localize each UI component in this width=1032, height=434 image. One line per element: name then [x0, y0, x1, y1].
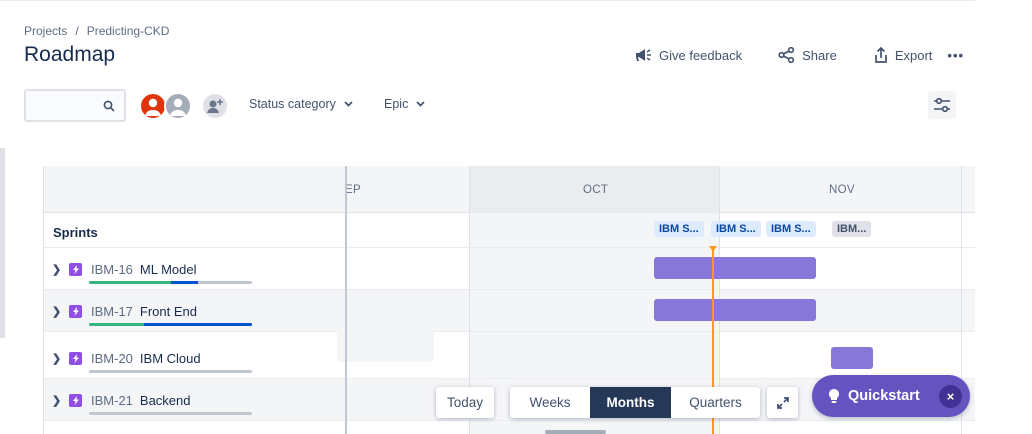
- sliders-icon: [934, 97, 950, 113]
- sprint-marker[interactable]: IBM S...: [711, 221, 761, 237]
- chevron-right-icon[interactable]: ❯: [52, 352, 62, 365]
- avatar[interactable]: [164, 92, 192, 120]
- epic-item[interactable]: ❯ IBM-16 ML Model: [52, 257, 197, 281]
- epic-filter[interactable]: Epic: [384, 97, 425, 111]
- more-actions-button[interactable]: •••: [947, 48, 964, 63]
- expand-icon: [776, 396, 789, 409]
- search-icon: [103, 100, 115, 112]
- add-people-button[interactable]: [201, 92, 229, 120]
- today-button[interactable]: Today: [436, 387, 494, 418]
- epic-timeline-bar[interactable]: [654, 299, 816, 321]
- sidebar-edge: [0, 148, 5, 338]
- epic-filter-label: Epic: [384, 97, 409, 111]
- list-divider[interactable]: [345, 166, 347, 434]
- chevron-right-icon[interactable]: ❯: [52, 394, 62, 407]
- month-label-sep: EP: [345, 184, 361, 196]
- quarters-button[interactable]: Quarters: [671, 387, 760, 418]
- chevron-down-icon: [416, 101, 425, 107]
- status-category-label: Status category: [249, 97, 336, 111]
- epic-item[interactable]: ❯ IBM-17 Front End: [52, 299, 197, 323]
- epic-name[interactable]: Front End: [140, 304, 197, 319]
- progress-bar: [89, 412, 252, 415]
- chevron-down-icon: [344, 101, 353, 107]
- epic-icon: [69, 304, 82, 318]
- breadcrumb: Projects / Predicting-CKD: [24, 24, 169, 38]
- epic-key[interactable]: IBM-21: [91, 393, 133, 408]
- top-divider: [0, 0, 975, 3]
- horizontal-scrollbar[interactable]: [545, 430, 606, 434]
- megaphone-icon: [636, 49, 651, 61]
- user-icon: [145, 98, 161, 116]
- give-feedback-button[interactable]: Give feedback: [634, 47, 742, 63]
- progress-bar: [89, 281, 252, 284]
- epic-key[interactable]: IBM-17: [91, 304, 133, 319]
- epic-icon: [69, 393, 82, 407]
- timescale-switcher: Weeks Months Quarters: [510, 387, 760, 418]
- close-icon[interactable]: ×: [939, 385, 962, 408]
- epic-key[interactable]: IBM-16: [91, 262, 133, 277]
- page-title: Roadmap: [24, 43, 116, 66]
- avatar[interactable]: [139, 92, 167, 120]
- epic-item[interactable]: ❯ IBM-21 Backend: [52, 388, 191, 412]
- sprint-marker[interactable]: IBM S...: [766, 221, 816, 237]
- epic-key[interactable]: IBM-20: [91, 351, 133, 366]
- sprint-marker[interactable]: IBM...: [832, 221, 872, 237]
- chevron-right-icon[interactable]: ❯: [52, 263, 62, 276]
- lightbulb-icon: [829, 389, 839, 403]
- breadcrumb-project[interactable]: Predicting-CKD: [87, 24, 170, 38]
- epic-item[interactable]: ❯ IBM-20 IBM Cloud: [52, 346, 201, 370]
- progress-bar: [89, 370, 252, 373]
- export-icon: [874, 47, 887, 63]
- weeks-button[interactable]: Weeks: [510, 387, 590, 418]
- epic-icon: [69, 262, 82, 276]
- sprints-label: Sprints: [53, 225, 98, 240]
- quickstart-button[interactable]: Quickstart ×: [812, 375, 970, 417]
- months-button[interactable]: Months: [590, 387, 671, 418]
- epic-icon: [69, 351, 82, 365]
- drag-placeholder: [337, 324, 434, 362]
- search-input[interactable]: [24, 89, 126, 122]
- epic-name[interactable]: IBM Cloud: [140, 351, 201, 366]
- today-marker-head: [709, 246, 717, 252]
- chevron-right-icon[interactable]: ❯: [52, 305, 62, 318]
- epic-timeline-bar[interactable]: [831, 347, 873, 369]
- breadcrumb-separator: /: [75, 24, 79, 38]
- share-button[interactable]: Share: [778, 47, 837, 63]
- breadcrumb-projects[interactable]: Projects: [24, 24, 67, 38]
- progress-bar: [89, 323, 252, 326]
- export-button[interactable]: Export: [874, 47, 933, 63]
- give-feedback-label: Give feedback: [659, 47, 743, 63]
- status-category-filter[interactable]: Status category: [249, 97, 353, 111]
- month-label-oct: OCT: [583, 184, 609, 196]
- share-icon: [778, 47, 795, 63]
- sprint-marker[interactable]: IBM S...: [654, 221, 704, 237]
- month-label-nov: NOV: [829, 184, 855, 196]
- header-actions: Give feedback Share Export •••: [634, 44, 964, 66]
- fullscreen-button[interactable]: [767, 387, 798, 418]
- export-label: Export: [894, 47, 933, 63]
- quickstart-label: Quickstart: [848, 388, 920, 404]
- epic-name[interactable]: Backend: [140, 393, 191, 408]
- view-settings-button[interactable]: [928, 91, 956, 119]
- user-icon: [170, 98, 186, 116]
- share-label: Share: [802, 47, 837, 63]
- epic-timeline-bar[interactable]: [654, 257, 816, 279]
- add-user-icon: [207, 99, 223, 113]
- epic-name[interactable]: ML Model: [140, 262, 197, 277]
